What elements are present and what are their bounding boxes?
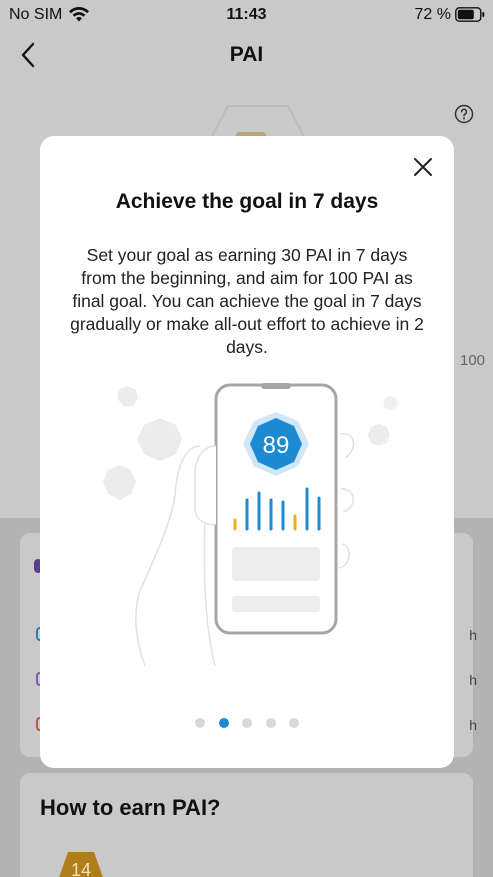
decor-hexagon [368, 424, 390, 446]
unit-label: h [469, 717, 477, 733]
status-bar: No SIM 11:43 72 % [0, 0, 493, 30]
decor-hexagon [117, 386, 138, 406]
decor-hexagon [137, 418, 182, 461]
gauge-max-label: 100 [460, 352, 486, 369]
how-to-earn-title: How to earn PAI? [40, 795, 221, 820]
close-icon[interactable] [412, 156, 434, 178]
page-dot[interactable] [242, 718, 252, 728]
help-icon[interactable] [454, 104, 474, 124]
unit-label: h [469, 627, 477, 643]
page-dot[interactable] [195, 718, 205, 728]
page-dot-active[interactable] [219, 718, 229, 728]
phone-in-hand-illustration: 89 [103, 383, 398, 666]
page-dot[interactable] [266, 718, 276, 728]
badge-value: 14 [70, 860, 92, 877]
page-indicator[interactable] [195, 718, 305, 730]
placeholder-block [232, 596, 320, 612]
battery-icon [455, 7, 485, 22]
onboarding-modal: Achieve the goal in 7 days Set your goal… [40, 136, 454, 768]
modal-title: Achieve the goal in 7 days [115, 190, 379, 213]
decor-hexagon [103, 465, 136, 500]
unit-label: h [469, 672, 477, 688]
decor-hexagon [383, 396, 398, 410]
score-value: 89 [263, 432, 290, 459]
modal-description: Set your goal as earning 30 PAI in 7 day… [70, 245, 424, 357]
nav-bar: PAI [0, 30, 493, 80]
page-title: PAI [229, 43, 264, 66]
battery-percent: 72 % [414, 6, 451, 23]
page-dot[interactable] [289, 718, 299, 728]
placeholder-block [232, 547, 320, 581]
